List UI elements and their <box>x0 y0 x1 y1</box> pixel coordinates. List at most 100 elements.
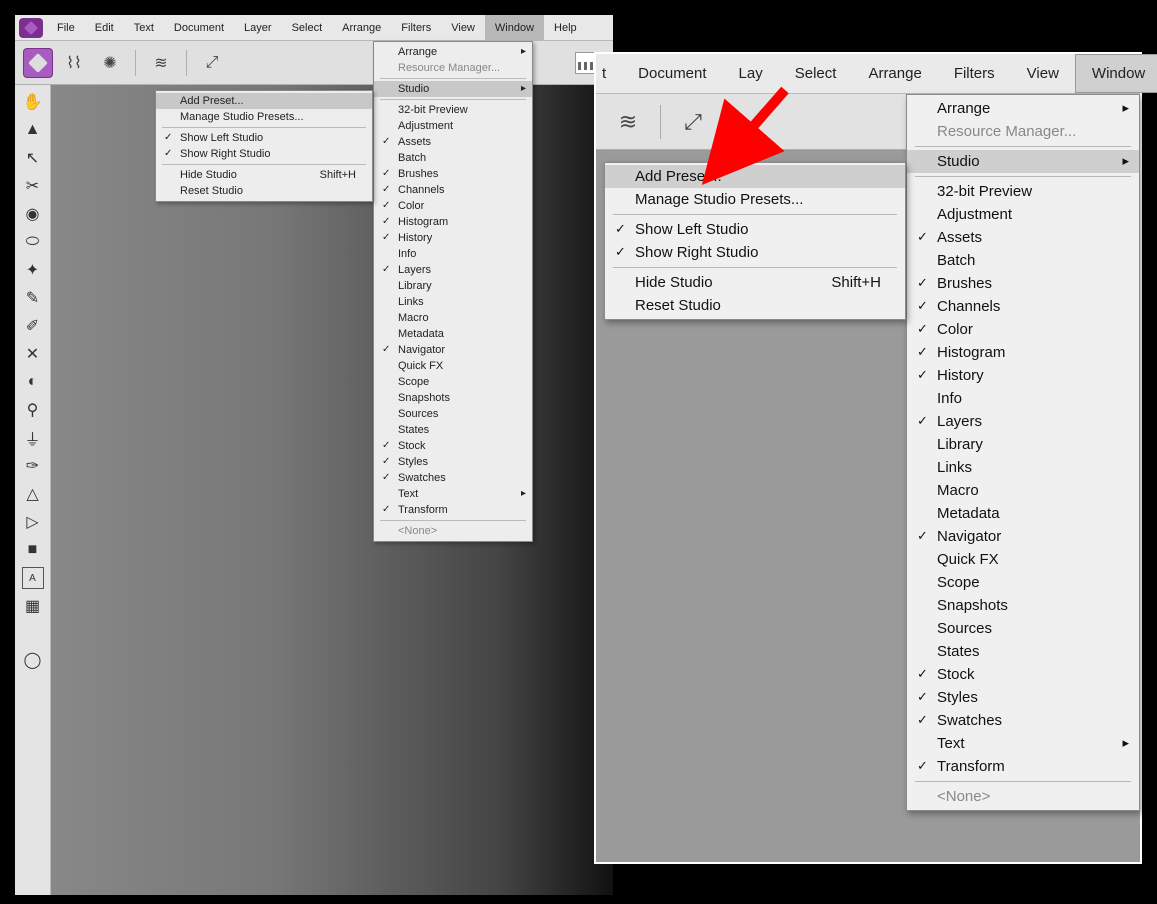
menu-panel-adjustment[interactable]: Adjustment <box>907 203 1139 226</box>
menu-add-preset[interactable]: Add Preset... <box>605 165 905 188</box>
menu-panel-layers[interactable]: Layers <box>907 410 1139 433</box>
menu-panel-swatches[interactable]: Swatches <box>907 709 1139 732</box>
menu-fragment[interactable]: t <box>596 54 622 93</box>
menu-panel-navigator[interactable]: Navigator <box>907 525 1139 548</box>
picker-tool-icon[interactable]: ⚲ <box>22 399 44 421</box>
menu-panel-quick-fx[interactable]: Quick FX <box>907 548 1139 571</box>
menu-panel-quick-fx[interactable]: Quick FX <box>374 358 532 374</box>
menu-select[interactable]: Select <box>779 54 853 93</box>
menu-panel-32-bit-preview[interactable]: 32-bit Preview <box>374 102 532 118</box>
menu-panel-channels[interactable]: Channels <box>907 295 1139 318</box>
menu-panel-text[interactable]: Text <box>374 486 532 502</box>
export-persona-icon[interactable]: ⤢ <box>197 48 227 78</box>
menu-panel-sources[interactable]: Sources <box>907 617 1139 640</box>
menu-panel-brushes[interactable]: Brushes <box>907 272 1139 295</box>
menu-layer[interactable]: Lay <box>723 54 779 93</box>
hand-tool-icon[interactable]: ✋ <box>22 91 44 113</box>
menu-show-left-studio[interactable]: Show Left Studio <box>605 218 905 241</box>
color-swatch-icon[interactable]: ◯ <box>22 649 44 671</box>
menu-panel-channels[interactable]: Channels <box>374 182 532 198</box>
heal-tool-icon[interactable]: ✎ <box>22 287 44 309</box>
menu-panel-swatches[interactable]: Swatches <box>374 470 532 486</box>
menu-show-left-studio[interactable]: Show Left Studio <box>156 130 372 146</box>
selection-tool-icon[interactable]: ⬭ <box>22 231 44 253</box>
paint-tool-icon[interactable]: ✐ <box>22 315 44 337</box>
crop-tool-icon[interactable]: ✂ <box>22 175 44 197</box>
menu-filters[interactable]: Filters <box>938 54 1011 93</box>
menu-panel-batch[interactable]: Batch <box>907 249 1139 272</box>
menu-panel-color[interactable]: Color <box>907 318 1139 341</box>
menu-panel-brushes[interactable]: Brushes <box>374 166 532 182</box>
rect-tool-icon[interactable]: ■ <box>22 539 44 561</box>
menu-panel-sources[interactable]: Sources <box>374 406 532 422</box>
menu-select[interactable]: Select <box>282 15 333 40</box>
export-persona-icon[interactable]: ⤢ <box>675 104 711 140</box>
menu-hide-studio[interactable]: Hide StudioShift+H <box>156 167 372 183</box>
menu-file[interactable]: File <box>47 15 85 40</box>
menu-panel-adjustment[interactable]: Adjustment <box>374 118 532 134</box>
menu-arrange-sub[interactable]: Arrange <box>907 97 1139 120</box>
menu-panel-histogram[interactable]: Histogram <box>907 341 1139 364</box>
clone-tool-icon[interactable]: ✦ <box>22 259 44 281</box>
menu-arrange[interactable]: Arrange <box>852 54 937 93</box>
menu-arrange[interactable]: Arrange <box>332 15 391 40</box>
menu-panel-assets[interactable]: Assets <box>374 134 532 150</box>
tonemap-persona-icon[interactable]: ≋ <box>146 48 176 78</box>
menu-panel-text[interactable]: Text <box>907 732 1139 755</box>
menu-layer[interactable]: Layer <box>234 15 282 40</box>
menu-panel-states[interactable]: States <box>374 422 532 438</box>
menu-panel-scope[interactable]: Scope <box>907 571 1139 594</box>
menu-resource-manager[interactable]: Resource Manager... <box>374 60 532 76</box>
menu-panel-info[interactable]: Info <box>374 246 532 262</box>
menu-panel-history[interactable]: History <box>907 364 1139 387</box>
menu-panel-navigator[interactable]: Navigator <box>374 342 532 358</box>
menu-panel-color[interactable]: Color <box>374 198 532 214</box>
menu-panel-snapshots[interactable]: Snapshots <box>374 390 532 406</box>
menu-panel-stock[interactable]: Stock <box>374 438 532 454</box>
menu-panel-histogram[interactable]: Histogram <box>374 214 532 230</box>
mesh-tool-icon[interactable]: ▦ <box>22 595 44 617</box>
menu-panel-macro[interactable]: Macro <box>907 479 1139 502</box>
menu-help[interactable]: Help <box>544 15 587 40</box>
menu-document[interactable]: Document <box>164 15 234 40</box>
menu-panel-links[interactable]: Links <box>907 456 1139 479</box>
menu-panel-scope[interactable]: Scope <box>374 374 532 390</box>
menu-reset-studio[interactable]: Reset Studio <box>156 183 372 199</box>
menu-studio[interactable]: Studio <box>374 81 532 97</box>
menu-hide-studio[interactable]: Hide StudioShift+H <box>605 271 905 294</box>
menu-panel-states[interactable]: States <box>907 640 1139 663</box>
menu-panel-styles[interactable]: Styles <box>907 686 1139 709</box>
menu-panel-library[interactable]: Library <box>907 433 1139 456</box>
tonemap-persona-icon[interactable]: ≋ <box>610 104 646 140</box>
menu-manage-studio-presets[interactable]: Manage Studio Presets... <box>156 109 372 125</box>
menu-show-right-studio[interactable]: Show Right Studio <box>605 241 905 264</box>
menu-panel-layers[interactable]: Layers <box>374 262 532 278</box>
menu-panel-info[interactable]: Info <box>907 387 1139 410</box>
menu-view[interactable]: View <box>441 15 485 40</box>
brush-tool-icon[interactable]: ✑ <box>22 455 44 477</box>
menu-panel-transform[interactable]: Transform <box>907 755 1139 778</box>
liquify-persona-icon[interactable]: ⌇⌇ <box>59 48 89 78</box>
menu-panel-transform[interactable]: Transform <box>374 502 532 518</box>
node-tool-icon[interactable]: ↖ <box>22 147 44 169</box>
menu-window[interactable]: Window <box>485 15 544 40</box>
menu-document[interactable]: Document <box>622 54 722 93</box>
menu-filters[interactable]: Filters <box>391 15 441 40</box>
menu-panel-metadata[interactable]: Metadata <box>907 502 1139 525</box>
menu-window[interactable]: Window <box>1075 54 1157 93</box>
flood-tool-icon[interactable]: ◉ <box>22 203 44 225</box>
menu-reset-studio[interactable]: Reset Studio <box>605 294 905 317</box>
text-tool-icon[interactable]: A <box>22 567 44 589</box>
menu-view[interactable]: View <box>1011 54 1075 93</box>
menu-arrange-sub[interactable]: Arrange <box>374 44 532 60</box>
dodge-tool-icon[interactable]: ◐ <box>22 371 44 393</box>
move-tool-icon[interactable]: ▲ <box>22 119 44 141</box>
pen-tool-icon[interactable]: △ <box>22 483 44 505</box>
menu-panel-styles[interactable]: Styles <box>374 454 532 470</box>
menu-show-right-studio[interactable]: Show Right Studio <box>156 146 372 162</box>
photo-persona-icon[interactable] <box>23 48 53 78</box>
menu-manage-studio-presets[interactable]: Manage Studio Presets... <box>605 188 905 211</box>
menu-panel-batch[interactable]: Batch <box>374 150 532 166</box>
menu-panel-assets[interactable]: Assets <box>907 226 1139 249</box>
menu-panel-links[interactable]: Links <box>374 294 532 310</box>
